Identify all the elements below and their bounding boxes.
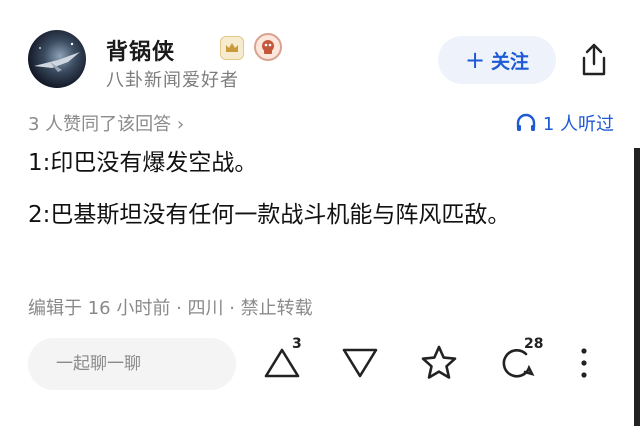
paragraph: 2:巴基斯坦没有任何一款战斗机能与阵风匹敌。 [28, 202, 511, 228]
author-name[interactable]: 背锅侠 [106, 34, 175, 66]
avatar[interactable] [28, 30, 86, 88]
downvote-button[interactable] [340, 342, 380, 386]
author-bio: 八卦新闻爱好者 [106, 70, 239, 91]
agree-count-link[interactable]: 3 人赞同了该回答 › [28, 110, 184, 136]
crown-badge-icon[interactable] [220, 36, 244, 60]
downvote-icon [342, 348, 378, 378]
follow-label: 关注 [491, 50, 530, 73]
headphones-icon [516, 113, 536, 131]
listen-count[interactable]: 1 人听过 [515, 110, 614, 136]
more-icon [581, 348, 587, 378]
scroll-edge [634, 148, 640, 426]
follow-button[interactable]: + 关注 [438, 36, 556, 84]
star-icon [421, 345, 457, 379]
plus-icon: + [464, 46, 486, 74]
favorite-button[interactable] [418, 342, 460, 386]
meta-row: 3 人赞同了该回答 › 1 人听过 [28, 110, 640, 136]
paragraph: 1:印巴没有爆发空战。 [28, 150, 258, 176]
upvote-count: 3 [292, 336, 302, 352]
share-icon[interactable] [578, 42, 610, 78]
chat-input[interactable]: 一起聊一聊 [28, 338, 236, 390]
comment-count: 28 [524, 336, 544, 352]
answer-content: 1:印巴没有爆发空战。 2:巴基斯坦没有任何一款战斗机能与阵风匹敌。 [28, 144, 598, 248]
more-button[interactable] [574, 342, 594, 386]
edit-info: 编辑于 16 小时前 · 四川 · 禁止转载 [28, 298, 313, 319]
medal-badge-icon[interactable] [254, 33, 282, 61]
listen-text: 1 人听过 [542, 114, 614, 135]
